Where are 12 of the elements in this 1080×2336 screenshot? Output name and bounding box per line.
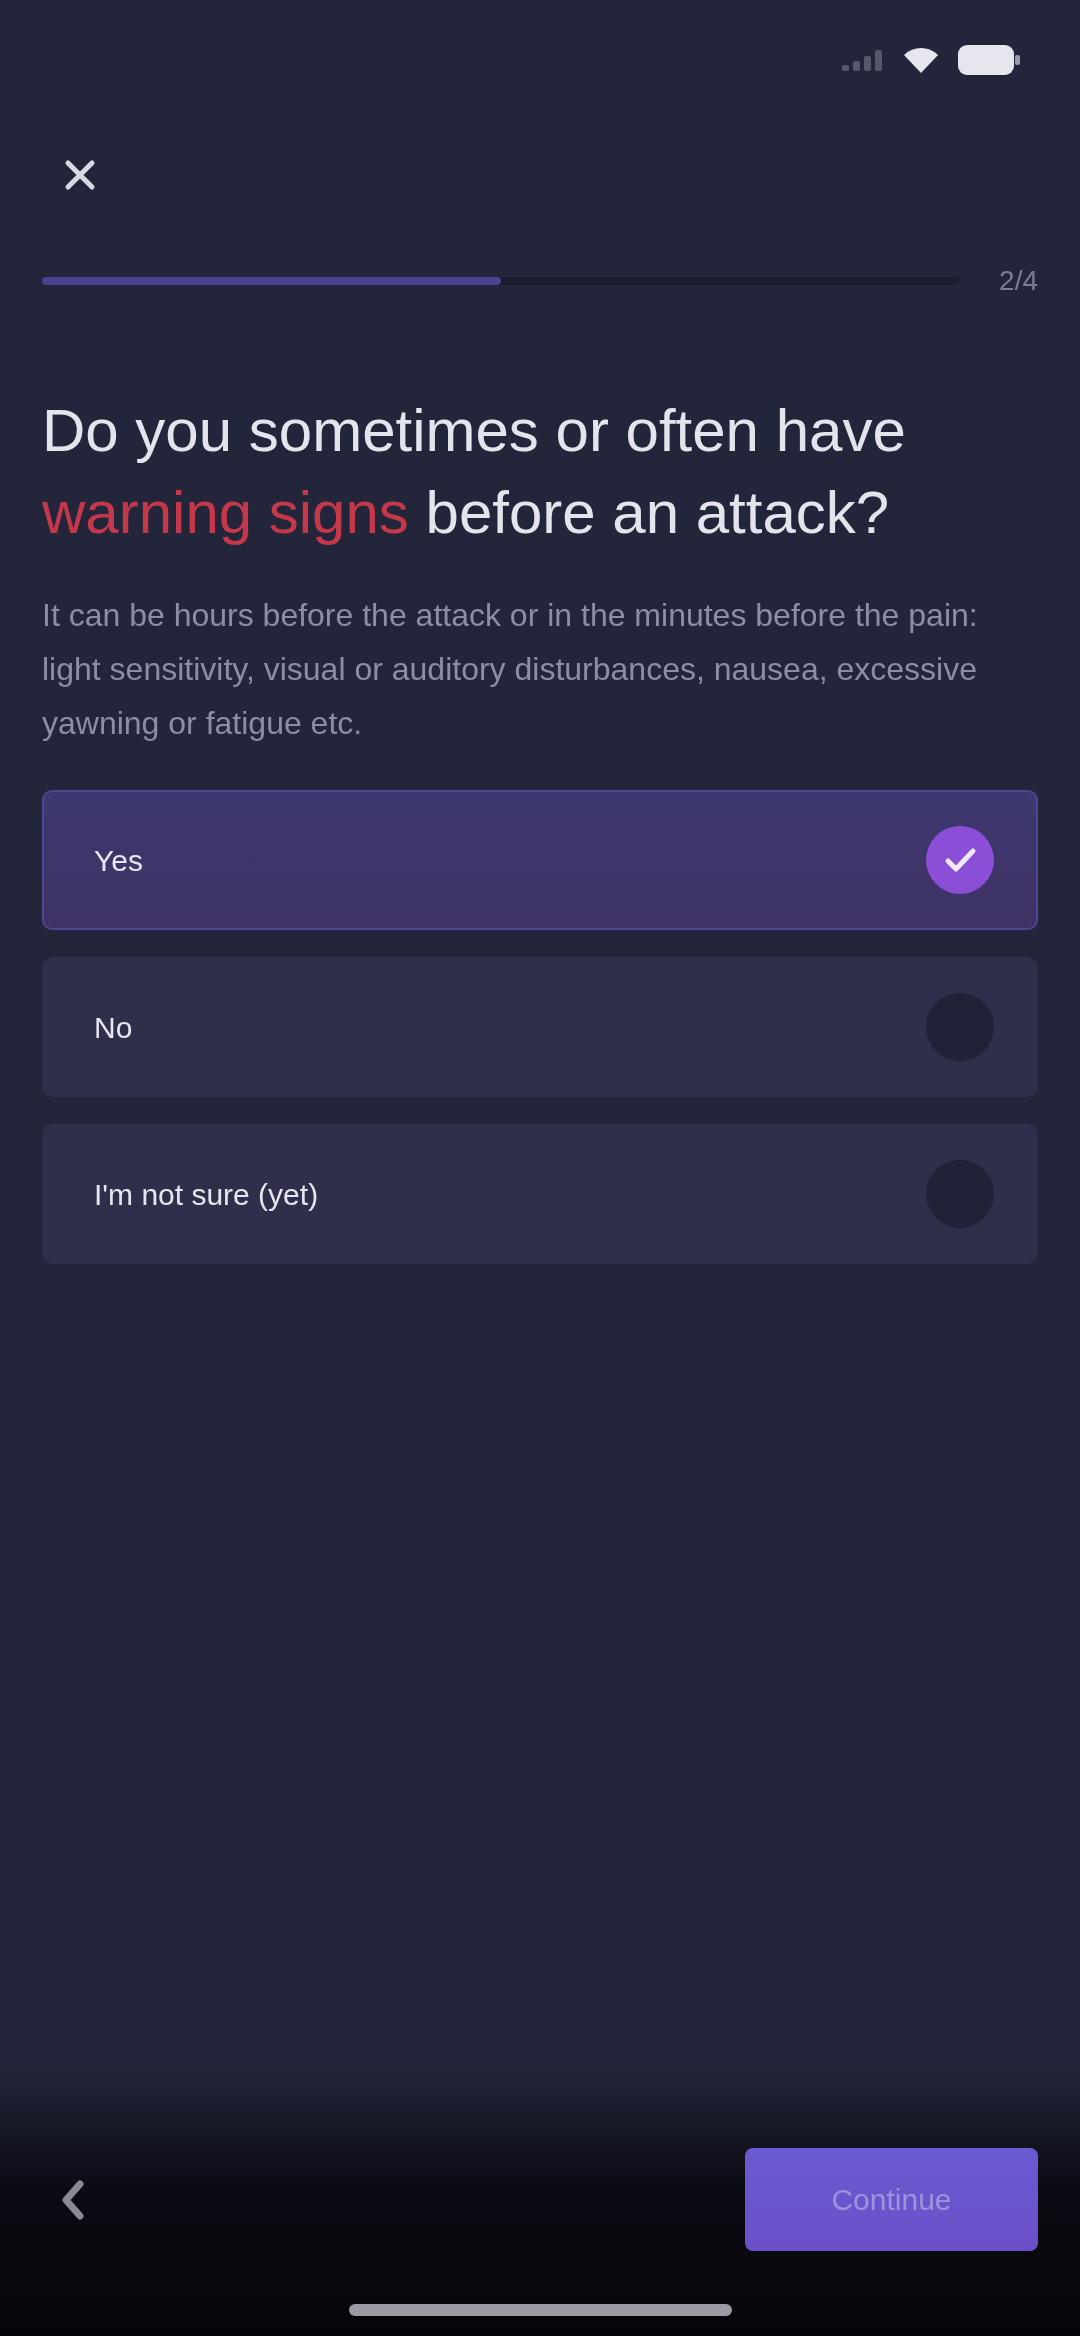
question-description: It can be hours before the attack or in the minutes before the pain: light sensitivity, visual or auditory disturbances, nausea, excessive yawning or fatigue etc. bbox=[42, 596, 979, 743]
step-counter: 2/4 bbox=[999, 264, 1038, 298]
wifi-icon bbox=[904, 47, 938, 73]
battery-icon bbox=[958, 45, 1020, 75]
checked-circle-icon bbox=[926, 826, 994, 894]
answer-option[interactable]: I'm not sure (yet) bbox=[42, 1124, 1038, 1264]
chevron-left-icon bbox=[60, 2179, 84, 2220]
signal-icon bbox=[842, 49, 884, 71]
question-title: Do you sometimes or often have warning signs before an attack? bbox=[42, 396, 907, 548]
answer-option[interactable]: No bbox=[42, 957, 1038, 1097]
answer-option[interactable]: Yes bbox=[42, 790, 1038, 930]
close-icon bbox=[64, 159, 96, 191]
